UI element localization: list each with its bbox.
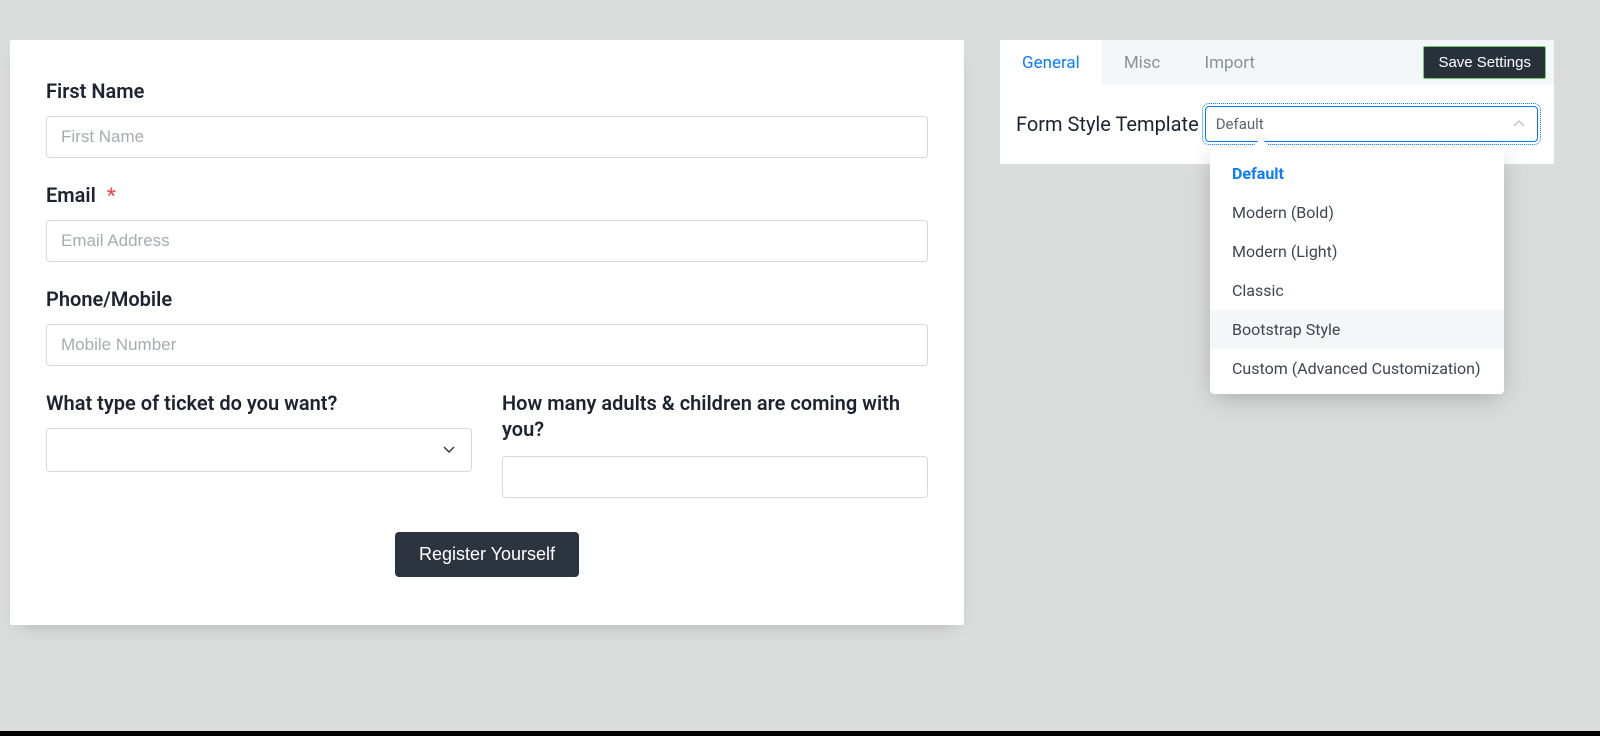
ticket-type-group: What type of ticket do you want? [46, 390, 472, 472]
bottom-edge [0, 731, 1600, 736]
template-select[interactable]: Default [1205, 106, 1538, 142]
template-option-custom[interactable]: Custom (Advanced Customization) [1210, 349, 1504, 388]
template-options-dropdown: Default Modern (Bold) Modern (Light) Cla… [1210, 148, 1504, 394]
email-group: Email * [46, 182, 928, 262]
tab-general[interactable]: General [1000, 40, 1102, 85]
template-setting-row: Form Style Template Default [1016, 106, 1538, 142]
template-option-default[interactable]: Default [1210, 154, 1504, 193]
template-option-modern-light[interactable]: Modern (Light) [1210, 232, 1504, 271]
tab-import[interactable]: Import [1182, 40, 1277, 85]
chevron-up-icon [1513, 120, 1525, 128]
required-star: * [107, 183, 116, 207]
save-settings-button[interactable]: Save Settings [1423, 46, 1546, 79]
template-selected-text: Default [1216, 115, 1264, 133]
email-input[interactable] [46, 220, 928, 262]
ticket-type-label: What type of ticket do you want? [46, 390, 472, 416]
submit-row: Register Yourself [46, 532, 928, 577]
phone-input[interactable] [46, 324, 928, 366]
tab-misc[interactable]: Misc [1102, 40, 1183, 85]
ticket-type-select[interactable] [46, 428, 472, 472]
caret-down-icon [443, 446, 455, 454]
template-option-classic[interactable]: Classic [1210, 271, 1504, 310]
template-option-bootstrap[interactable]: Bootstrap Style [1210, 310, 1504, 349]
first-name-input[interactable] [46, 116, 928, 158]
two-column-row: What type of ticket do you want? How man… [46, 390, 928, 498]
email-label: Email * [46, 182, 928, 208]
attendees-input[interactable] [502, 456, 928, 498]
settings-tabs: General Misc Import Save Settings [1000, 40, 1554, 86]
submit-button[interactable]: Register Yourself [395, 532, 579, 577]
phone-group: Phone/Mobile [46, 286, 928, 366]
first-name-label: First Name [46, 78, 928, 104]
template-label: Form Style Template [1016, 112, 1199, 136]
attendees-group: How many adults & children are coming wi… [502, 390, 928, 498]
phone-label: Phone/Mobile [46, 286, 928, 312]
template-option-modern-bold[interactable]: Modern (Bold) [1210, 193, 1504, 232]
attendees-label: How many adults & children are coming wi… [502, 390, 928, 442]
form-preview-panel: First Name Email * Phone/Mobile What typ… [10, 40, 964, 625]
settings-panel: General Misc Import Save Settings Form S… [1000, 40, 1554, 164]
email-label-text: Email [46, 183, 96, 207]
first-name-group: First Name [46, 78, 928, 158]
tab-spacer [1277, 40, 1423, 85]
